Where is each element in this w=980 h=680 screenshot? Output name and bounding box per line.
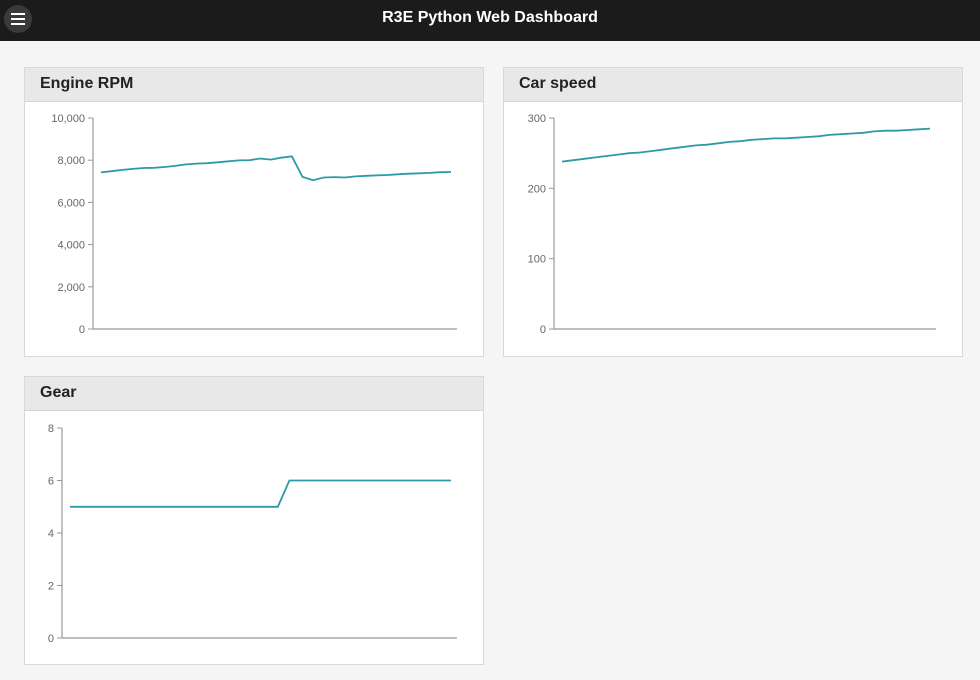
y-tick-label: 6,000 <box>57 197 85 209</box>
y-tick-label: 2 <box>48 581 54 593</box>
y-tick-label: 0 <box>540 324 546 336</box>
y-tick-label: 300 <box>528 113 546 125</box>
panel-title: Gear <box>25 377 483 411</box>
series-line <box>70 479 451 508</box>
panel-title: Car speed <box>504 68 962 102</box>
y-tick-label: 8 <box>48 423 54 435</box>
series-line <box>561 127 931 163</box>
y-tick-label: 0 <box>48 633 54 645</box>
gear-panel: Gear 0 2 4 6 8 <box>24 376 484 665</box>
y-tick-label: 200 <box>528 183 546 195</box>
gear-chart: 0 2 4 6 8 <box>48 423 457 645</box>
y-tick-label: 10,000 <box>51 113 85 125</box>
car-speed-panel: Car speed 0 100 200 300 <box>503 67 963 357</box>
engine-rpm-chart: 0 2,000 4,000 6,000 8,000 10,000 <box>51 113 457 336</box>
y-tick-label: 8,000 <box>57 155 85 167</box>
y-tick-label: 4,000 <box>57 240 85 252</box>
y-tick-label: 100 <box>528 254 546 266</box>
engine-rpm-panel: Engine RPM 0 2,000 4,000 6,000 8,000 10,000 <box>24 67 484 357</box>
top-app-bar: R3E Python Web Dashboard <box>0 0 980 41</box>
panel-title: Engine RPM <box>25 68 483 102</box>
app-title: R3E Python Web Dashboard <box>382 9 598 26</box>
y-tick-label: 6 <box>48 476 54 488</box>
y-tick-label: 0 <box>79 324 85 336</box>
series-line <box>100 155 452 182</box>
y-tick-label: 2,000 <box>57 282 85 294</box>
car-speed-chart: 0 100 200 300 <box>528 113 936 336</box>
y-tick-label: 4 <box>48 528 54 540</box>
